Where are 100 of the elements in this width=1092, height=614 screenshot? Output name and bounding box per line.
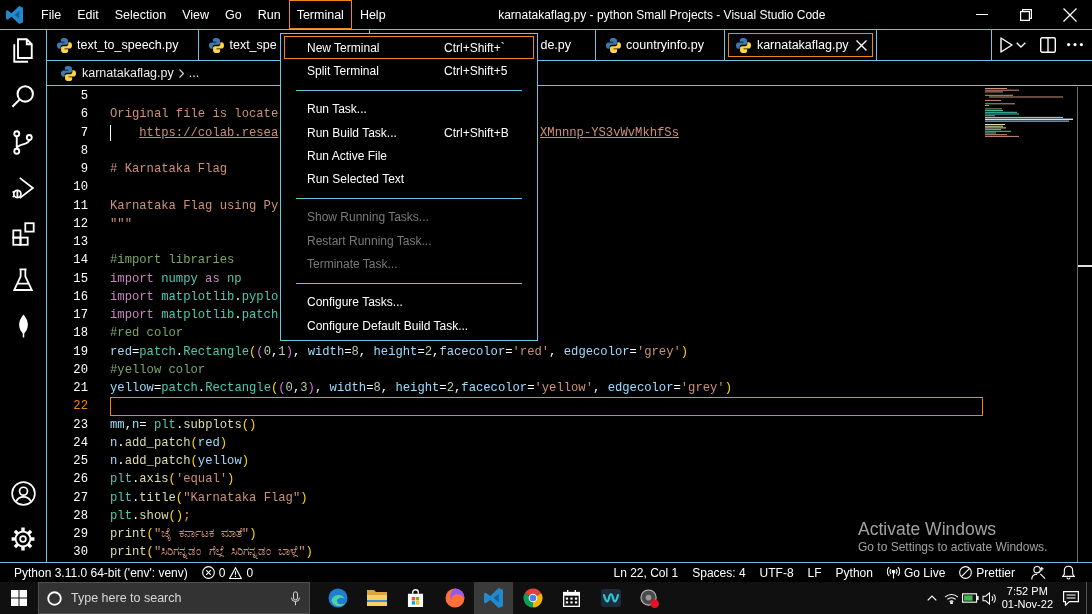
code-line: yellow=patch.Rectangle((0,3), width=8, height=2,facecolor='yellow', edgecolor='grey') [110,381,732,396]
status-item[interactable]: LF [800,563,829,582]
menu-item[interactable]: Run Build Task... Ctrl+Shift+B [284,120,534,145]
activation-message: Go to Settings to activate Windows. [858,539,1048,555]
menu-bar-item[interactable]: Terminal [288,0,352,29]
menu-item[interactable]: Run Selected Text [284,167,534,191]
play-icon[interactable] [1000,37,1013,53]
wifi-icon[interactable] [943,592,959,604]
files-icon[interactable] [13,37,33,63]
line-number: 16 [72,289,88,304]
menu-bar-item[interactable]: Go [217,0,250,29]
activation-title: Activate Windows [858,519,997,539]
four-panes-icon[interactable] [11,590,27,606]
line-number: 24 [72,435,88,450]
caret-icon[interactable] [1016,42,1026,48]
keyboard-shortcut: Ctrl+Shift+` [444,40,506,55]
caret-up-icon[interactable] [927,595,938,601]
menu-bar-item[interactable]: View [174,0,217,29]
code-line: """ [110,216,132,231]
problems-button[interactable]: 0 0 [194,563,261,582]
minimize-icon[interactable] [976,13,988,16]
window-title: karnatakaflag.py - python Small Projects - Visual Studio Code [498,7,826,22]
blocked-icon [959,566,973,579]
status-item[interactable]: Python 3.11.0 64-bit ('env': venv) [7,563,195,582]
line-number: 9 [79,162,88,177]
battery-icon[interactable] [961,593,979,603]
menu-bar-item[interactable]: Edit [69,0,107,29]
file-type-icon [57,37,72,53]
bell-icon[interactable] [1062,565,1075,580]
play-bug-icon[interactable] [12,176,34,200]
code-line: # Karnataka Flag [110,162,228,177]
line-number: 7 [79,125,88,140]
scrollbar[interactable] [1077,87,1092,562]
blocks-icon[interactable] [11,222,35,246]
flask-icon[interactable] [13,268,33,292]
search-input[interactable]: Type here to search [71,591,282,605]
bag-icon [407,589,424,607]
more-icon[interactable] [1067,43,1083,47]
status-item[interactable]: Go Live [879,563,953,582]
person-icon[interactable] [1031,565,1046,580]
menu-bar-item[interactable]: File [33,0,70,29]
menu-item[interactable]: Run Active File [284,144,534,168]
line-number: 15 [72,271,88,286]
breadcrumb-item[interactable]: ... [188,66,200,80]
error-icon [201,566,215,579]
status-item[interactable]: Ln 22, Col 1 [606,563,686,582]
minimap[interactable] [985,88,1075,138]
menu-item[interactable]: Configure Default Build Task... [284,313,534,338]
menu-item[interactable]: Run Task... [284,97,534,121]
status-item[interactable]: Spaces: 4 [685,563,753,582]
split-editor-icon[interactable] [1040,37,1056,53]
speaker-icon[interactable] [981,591,997,605]
close-icon[interactable] [1063,7,1077,22]
code-line: n.add_patch(yellow) [110,454,250,469]
menu-item[interactable]: Split Terminal Ctrl+Shift+5 [284,59,534,83]
account-icon[interactable] [10,480,36,506]
code-line: n.add_patch(red) [110,435,228,450]
code-line: Karnataka Flag using Py [110,198,279,213]
status-item[interactable]: Python [828,563,880,582]
tab[interactable]: karnatakaflag.py [727,33,873,57]
restore-icon[interactable] [1020,8,1032,21]
status-item[interactable]: UTF-8 [752,563,801,582]
line-number: 10 [72,180,88,195]
code-line: plt.show(); [110,508,191,523]
line-number: 20 [72,362,88,377]
file-type-icon [209,37,225,53]
tab[interactable]: countryinfo.py [596,30,725,60]
microphone-icon[interactable] [291,590,300,606]
menu-item[interactable]: Configure Tasks... [284,290,534,314]
menu-item[interactable]: New Terminal Ctrl+Shift+` [284,36,534,60]
ribbon-logo-icon [484,588,503,608]
line-number: 27 [72,490,88,505]
branch-icon[interactable] [13,129,33,155]
code-line: red=patch.Rectangle((0,1), width=8, height=2,facecolor='red', edgecolor='grey') [110,344,689,359]
search-field[interactable]: Type here to search [38,582,310,614]
close-icon[interactable] [855,39,867,51]
breadcrumb-item[interactable]: karnatakaflag.py [61,65,174,81]
menu-bar-item[interactable]: Run [249,0,289,29]
line-number: 30 [72,545,88,560]
folder-icon [366,590,387,606]
keyboard-shortcut: Ctrl+Shift+B [444,125,510,140]
line-number: 5 [79,89,88,104]
tab[interactable]: text_to_speech.py [47,30,200,60]
squiggle-icon [600,589,621,607]
code-line: Original file is locate [110,107,279,122]
line-number: 26 [72,472,88,487]
leaf-icon[interactable] [17,314,29,338]
fox-globe-icon [444,588,465,608]
tricolor-circle-icon [522,588,543,608]
code-line: #red color [110,326,184,341]
warning-icon [229,566,243,579]
logo-icon [6,5,23,24]
ring-icon [47,590,62,606]
search-icon[interactable] [11,84,35,108]
settings-icon[interactable] [11,527,35,551]
code-line: print("ಸಿರಿಗನ್ನಡಂ ಗೆಲ್ಗೆ ಸಿರಿಗನ್ನಡಂ ಬಾಳ್ಗೆ") [110,545,313,560]
status-item[interactable]: Prettier [952,563,1022,582]
notification-icon[interactable] [1063,590,1079,606]
menu-bar-item[interactable]: Help [351,0,394,29]
menu-bar-item[interactable]: Selection [106,0,175,29]
